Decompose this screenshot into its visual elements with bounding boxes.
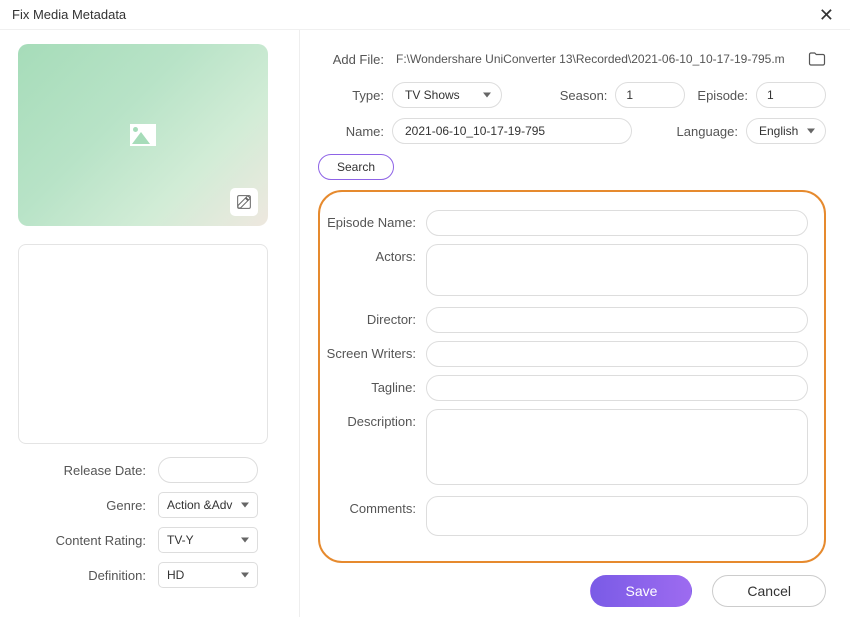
season-label: Season: [548, 88, 616, 103]
content-rating-label: Content Rating: [18, 533, 158, 548]
left-panel: Release Date: Genre: Action &Adv Content… [0, 30, 300, 617]
season-input[interactable] [615, 82, 685, 108]
director-input[interactable] [426, 307, 808, 333]
language-select[interactable]: English [746, 118, 826, 144]
close-icon[interactable]: ✕ [815, 6, 838, 24]
type-label: Type: [318, 88, 392, 103]
titlebar: Fix Media Metadata ✕ [0, 0, 850, 30]
actors-input[interactable] [426, 244, 808, 296]
image-placeholder-icon [130, 124, 156, 146]
tagline-input[interactable] [426, 375, 808, 401]
language-label: Language: [665, 124, 746, 139]
screen-writers-input[interactable] [426, 341, 808, 367]
add-file-label: Add File: [318, 52, 392, 67]
tagline-label: Tagline: [320, 375, 426, 395]
episode-input[interactable] [756, 82, 826, 108]
content: Release Date: Genre: Action &Adv Content… [0, 30, 850, 617]
actors-label: Actors: [320, 244, 426, 264]
type-select[interactable]: TV Shows [392, 82, 502, 108]
genre-label: Genre: [18, 498, 158, 513]
name-input[interactable] [392, 118, 632, 144]
definition-select[interactable]: HD [158, 562, 258, 588]
media-thumbnail [18, 44, 268, 226]
edit-thumbnail-button[interactable] [230, 188, 258, 216]
episode-name-label: Episode Name: [320, 210, 426, 230]
episode-label: Episode: [685, 88, 756, 103]
release-date-input[interactable] [158, 457, 258, 483]
cancel-button[interactable]: Cancel [712, 575, 826, 607]
screen-writers-label: Screen Writers: [320, 341, 426, 361]
comments-input[interactable] [426, 496, 808, 536]
window-title: Fix Media Metadata [12, 7, 126, 22]
episode-name-input[interactable] [426, 210, 808, 236]
search-button[interactable]: Search [318, 154, 394, 180]
director-label: Director: [320, 307, 426, 327]
results-list [18, 244, 268, 444]
footer-buttons: Save Cancel [318, 563, 826, 607]
save-button[interactable]: Save [590, 575, 692, 607]
right-panel: Add File: Type: TV Shows Season: Episode… [300, 30, 850, 617]
left-fields: Release Date: Genre: Action &Adv Content… [18, 457, 281, 603]
content-rating-select[interactable]: TV-Y [158, 527, 258, 553]
edit-icon [236, 194, 252, 210]
folder-icon [808, 51, 826, 67]
browse-folder-button[interactable] [808, 51, 826, 67]
description-label: Description: [320, 409, 426, 429]
add-file-path [392, 46, 802, 72]
release-date-label: Release Date: [18, 463, 158, 478]
metadata-group: Episode Name: Actors: Director: Screen W… [318, 190, 826, 563]
genre-select[interactable]: Action &Adv [158, 492, 258, 518]
description-input[interactable] [426, 409, 808, 485]
definition-label: Definition: [18, 568, 158, 583]
name-label: Name: [318, 124, 392, 139]
comments-label: Comments: [320, 496, 426, 516]
